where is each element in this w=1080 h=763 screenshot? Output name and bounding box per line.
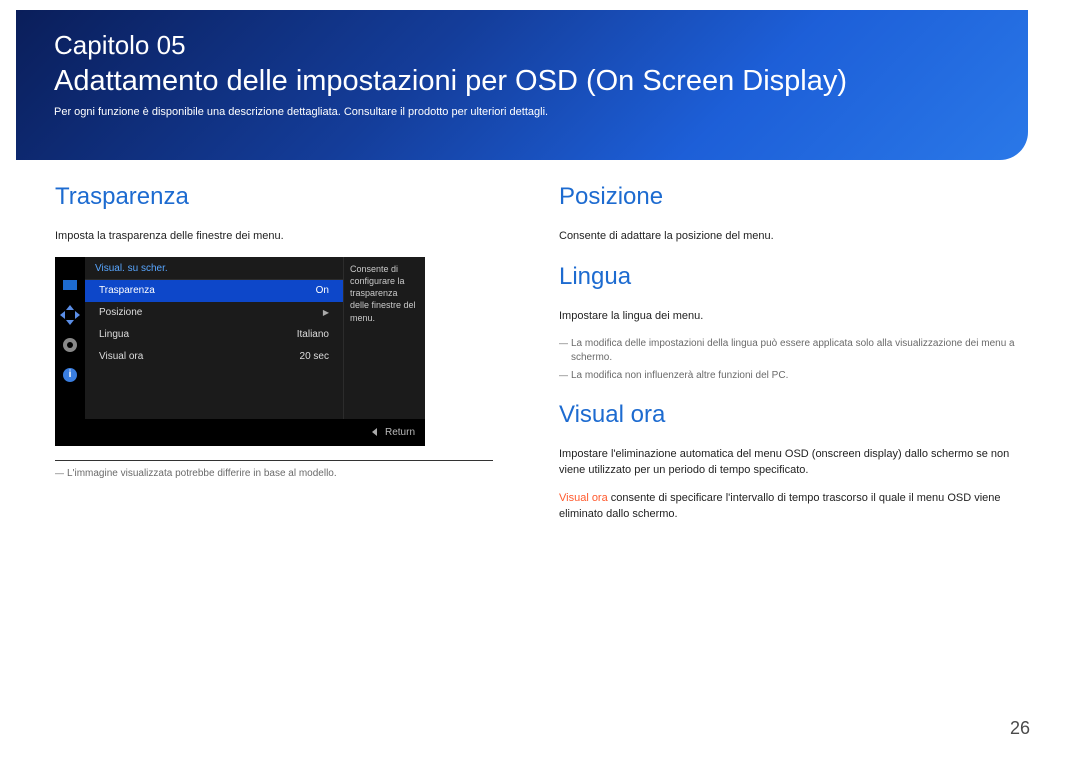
- chapter-title: Adattamento delle impostazioni per OSD (…: [54, 65, 847, 98]
- heading-visual-ora: Visual ora: [559, 401, 1030, 429]
- osd-sidebar: i: [55, 257, 85, 419]
- footnote-rule: [55, 460, 493, 461]
- desc-posizione: Consente di adattare la posizione del me…: [559, 229, 1030, 245]
- osd-menu-title: Visual. su scher.: [85, 257, 343, 280]
- osd-return-label: Return: [385, 427, 415, 438]
- note-lingua-2: La modifica non influenzerà altre funzio…: [559, 369, 1030, 383]
- left-column: Trasparenza Imposta la trasparenza delle…: [55, 183, 493, 535]
- osd-screenshot: i Visual. su scher. Trasparenza On Posiz…: [55, 257, 425, 446]
- gear-icon: [60, 335, 80, 355]
- page-header: Capitolo 05 Adattamento delle impostazio…: [54, 30, 847, 118]
- page-number: 26: [1010, 718, 1030, 739]
- osd-row-value: Italiano: [297, 329, 329, 340]
- osd-menu: Visual. su scher. Trasparenza On Posizio…: [85, 257, 343, 419]
- osd-row-label: Posizione: [99, 307, 142, 318]
- monitor-icon: [60, 275, 80, 295]
- right-column: Posizione Consente di adattare la posizi…: [559, 183, 1030, 535]
- info-icon: i: [60, 365, 80, 385]
- chevron-right-icon: ▶: [323, 308, 329, 317]
- note-lingua-1: La modifica delle impostazioni della lin…: [559, 337, 1030, 365]
- heading-posizione: Posizione: [559, 183, 1030, 211]
- osd-row-label: Visual ora: [99, 351, 143, 362]
- desc-visual-ora-1: Impostare l'eliminazione automatica del …: [559, 447, 1030, 479]
- heading-lingua: Lingua: [559, 263, 1030, 291]
- osd-row-label: Trasparenza: [99, 285, 155, 296]
- highlight-visual-ora: Visual ora: [559, 492, 608, 504]
- osd-row-lingua: Lingua Italiano: [85, 324, 343, 346]
- chapter-subtitle: Per ogni funzione è disponibile una desc…: [54, 106, 847, 118]
- back-triangle-icon: [372, 428, 377, 436]
- desc-visual-ora-2: Visual ora consente di specificare l'int…: [559, 491, 1030, 523]
- desc-lingua: Impostare la lingua dei menu.: [559, 309, 1030, 325]
- desc-trasparenza: Imposta la trasparenza delle finestre de…: [55, 229, 493, 245]
- osd-row-value: On: [316, 285, 329, 296]
- osd-footer: Return: [55, 419, 425, 446]
- osd-row-trasparenza: Trasparenza On: [85, 280, 343, 302]
- osd-row-value: 20 sec: [300, 351, 329, 362]
- osd-description-panel: Consente di configurare la trasparenza d…: [343, 257, 425, 419]
- footnote-image-disclaimer: L'immagine visualizzata potrebbe differi…: [55, 467, 493, 481]
- osd-row-label: Lingua: [99, 329, 129, 340]
- chapter-label: Capitolo 05: [54, 30, 847, 61]
- heading-trasparenza: Trasparenza: [55, 183, 493, 211]
- osd-row-posizione: Posizione ▶: [85, 302, 343, 324]
- osd-row-visualora: Visual ora 20 sec: [85, 346, 343, 368]
- arrows-icon: [60, 305, 80, 325]
- desc-visual-ora-2-rest: consente di specificare l'intervallo di …: [559, 492, 1001, 520]
